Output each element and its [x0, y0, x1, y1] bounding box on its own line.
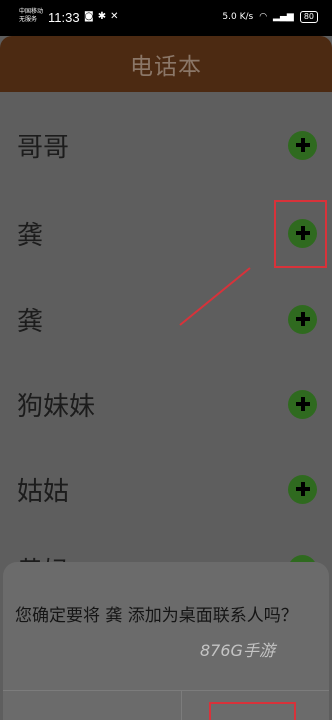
confirm-dialog: 您确定要将 龚 添加为桌面联系人吗？: [3, 562, 329, 720]
watermark: 876G手游: [200, 641, 275, 660]
confirm-highlight: [209, 702, 296, 720]
dialog-message: 您确定要将 龚 添加为桌面联系人吗？: [15, 606, 298, 626]
divider: [181, 691, 182, 720]
